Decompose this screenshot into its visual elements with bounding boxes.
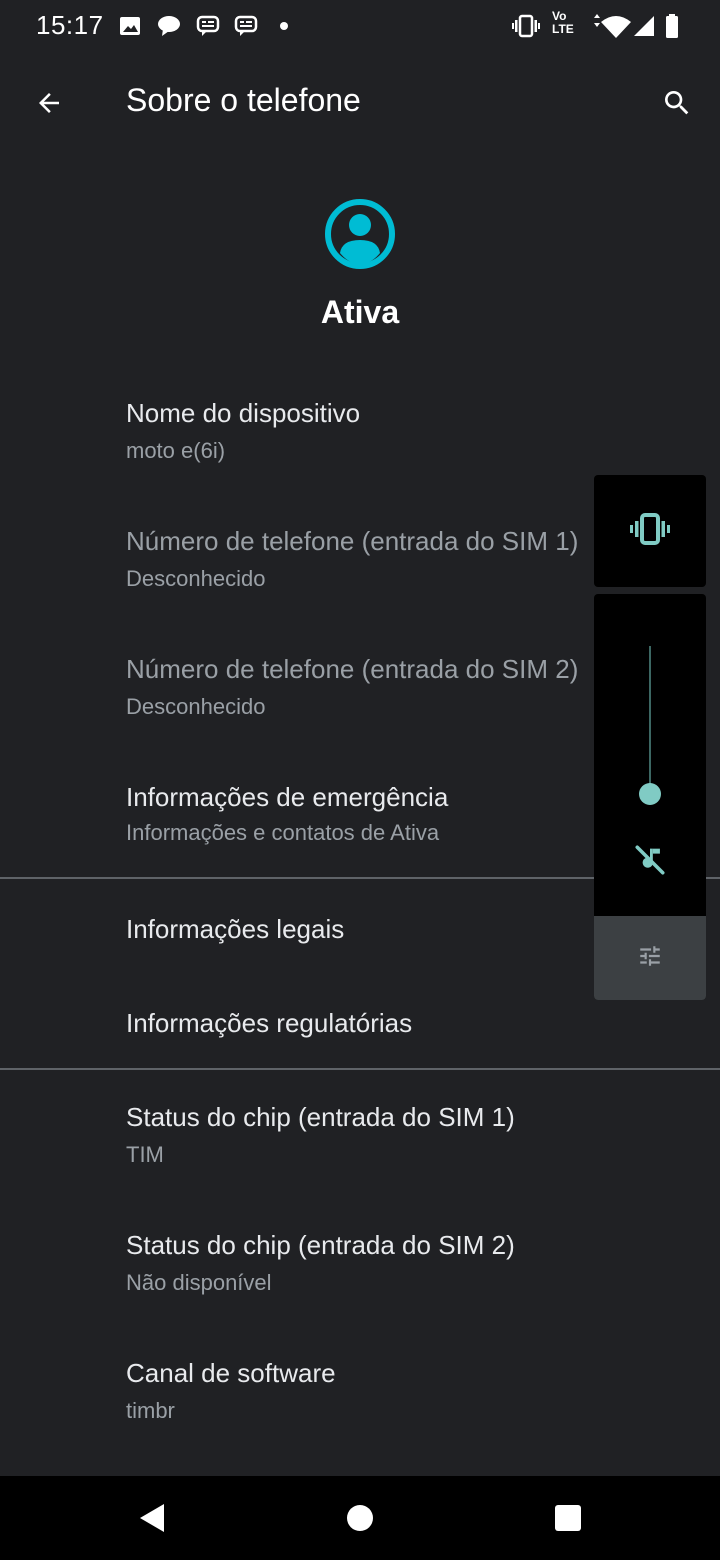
volume-slider-thumb[interactable] xyxy=(639,783,661,805)
item-title: Informações de emergência xyxy=(126,782,449,812)
item-subtitle: TIM xyxy=(126,1142,164,1167)
item-subtitle: timbr xyxy=(126,1398,175,1423)
item-title: Status do chip (entrada do SIM 2) xyxy=(126,1230,515,1260)
volte-icon: Vo LTE xyxy=(552,10,582,36)
wifi-icon xyxy=(590,14,632,40)
item-subtitle: Não disponível xyxy=(126,1270,272,1295)
vibrate-icon xyxy=(512,14,540,40)
back-button[interactable] xyxy=(22,78,76,132)
status-time: 15:17 xyxy=(36,10,104,40)
item-title: Canal de software xyxy=(126,1358,336,1388)
message-icon xyxy=(234,14,258,40)
volume-panel xyxy=(594,594,706,1000)
navigation-bar xyxy=(0,1476,720,1560)
search-button[interactable] xyxy=(650,78,704,132)
signal-icon xyxy=(632,14,656,40)
tune-icon xyxy=(637,943,663,974)
message-icon xyxy=(196,14,220,40)
divider xyxy=(0,1068,720,1070)
profile-name: Ativa xyxy=(320,294,400,330)
ringer-mode-button[interactable] xyxy=(594,475,706,587)
chat-bubble-icon xyxy=(156,14,182,40)
list-item-sim2-status[interactable]: Status do chip (entrada do SIM 2) Não di… xyxy=(0,1212,720,1322)
list-item-device-name[interactable]: Nome do dispositivo moto e(6i) xyxy=(0,380,720,490)
music-off-icon[interactable] xyxy=(630,840,670,880)
item-subtitle: Desconhecido xyxy=(126,566,266,591)
list-item-software-channel[interactable]: Canal de software timbr xyxy=(0,1340,720,1450)
battery-icon xyxy=(664,14,680,40)
item-subtitle: moto e(6i) xyxy=(126,438,226,463)
search-icon xyxy=(661,87,693,124)
account-circle-icon[interactable] xyxy=(324,198,396,270)
vibrate-icon xyxy=(630,512,670,551)
item-title: Informações regulatórias xyxy=(126,1008,413,1038)
item-subtitle: Desconhecido xyxy=(126,694,266,719)
volume-slider-track[interactable] xyxy=(649,646,651,792)
item-title: Status do chip (entrada do SIM 1) xyxy=(126,1102,515,1132)
volume-settings-button[interactable] xyxy=(594,916,706,1000)
item-title: Informações legais xyxy=(126,914,345,944)
dot-icon xyxy=(278,14,290,40)
app-bar: Sobre o telefone xyxy=(0,56,720,152)
nav-back-icon[interactable] xyxy=(128,1494,176,1542)
item-title: Número de telefone (entrada do SIM 1) xyxy=(126,526,579,556)
arrow-back-icon xyxy=(34,88,64,123)
volte-label-bottom: LTE xyxy=(552,22,574,36)
list-item-sim1-status[interactable]: Status do chip (entrada do SIM 1) TIM xyxy=(0,1084,720,1194)
nav-home-icon[interactable] xyxy=(336,1494,384,1542)
image-icon xyxy=(118,14,142,40)
nav-recents-icon[interactable] xyxy=(544,1494,592,1542)
item-subtitle: Informações e contatos de Ativa xyxy=(126,820,440,845)
page-title: Sobre o telefone xyxy=(126,82,361,118)
item-title: Nome do dispositivo xyxy=(126,398,361,428)
item-title: Número de telefone (entrada do SIM 2) xyxy=(126,654,579,684)
status-bar: 15:17 Vo LTE xyxy=(0,0,720,56)
